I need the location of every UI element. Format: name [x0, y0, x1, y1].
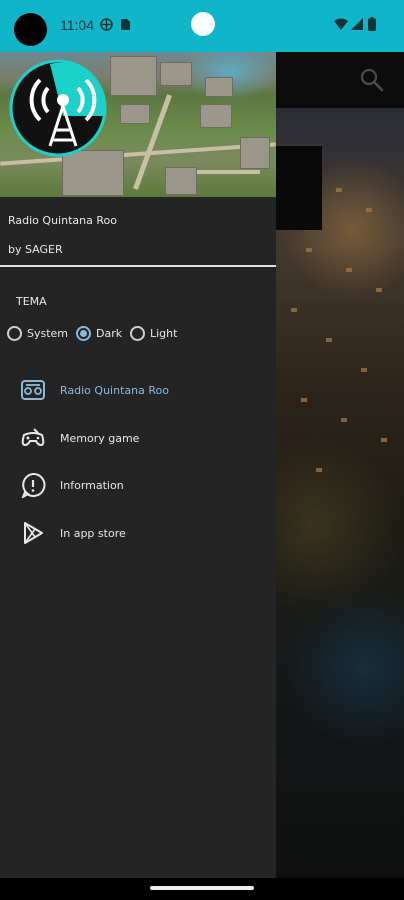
nav-item-label: In app store [60, 526, 126, 540]
theme-option-dark[interactable]: Dark [76, 326, 122, 341]
radio-dark[interactable] [76, 326, 91, 341]
wifi-icon [334, 18, 348, 30]
gamepad-icon [21, 428, 45, 447]
nav-item-in-app-store[interactable]: In app store [20, 517, 260, 549]
navigation-drawer: Radio Quintana Roo by SAGER TEMA System … [0, 52, 276, 878]
front-sensor [191, 12, 215, 36]
system-nav-bar [0, 878, 404, 900]
status-time: 11:04 [60, 17, 94, 33]
theme-option-light[interactable]: Light [130, 326, 177, 341]
nav-item-radio[interactable]: Radio Quintana Roo [20, 374, 260, 406]
radio-light[interactable] [130, 326, 145, 341]
home-gesture-handle[interactable] [150, 886, 254, 890]
signal-icon [351, 18, 363, 30]
nav-item-label: Information [60, 478, 124, 492]
camera-cutout [14, 13, 47, 46]
theme-option-label: Light [150, 327, 178, 340]
radio-system[interactable] [7, 326, 22, 341]
status-bar: 11:04 [0, 0, 404, 52]
theme-option-system[interactable]: System [7, 326, 68, 341]
vpn-globe-icon [100, 18, 113, 31]
app-title: Radio Quintana Roo [8, 214, 117, 227]
drawer-scrim[interactable] [276, 52, 404, 878]
play-store-icon [24, 522, 43, 544]
battery-icon [368, 17, 376, 31]
sim-card-icon [121, 19, 130, 30]
nav-item-label: Memory game [60, 431, 140, 445]
radio-icon [21, 380, 45, 400]
nav-item-memory-game[interactable]: Memory game [20, 422, 260, 454]
app-logo [9, 59, 107, 157]
theme-option-label: System [27, 327, 69, 340]
header-divider [0, 265, 276, 267]
app-subtitle: by SAGER [8, 243, 63, 256]
theme-option-label: Dark [96, 327, 123, 340]
theme-label: TEMA [16, 295, 47, 308]
info-icon [21, 472, 46, 498]
nav-item-information[interactable]: Information [20, 469, 260, 501]
nav-item-label: Radio Quintana Roo [60, 383, 169, 397]
